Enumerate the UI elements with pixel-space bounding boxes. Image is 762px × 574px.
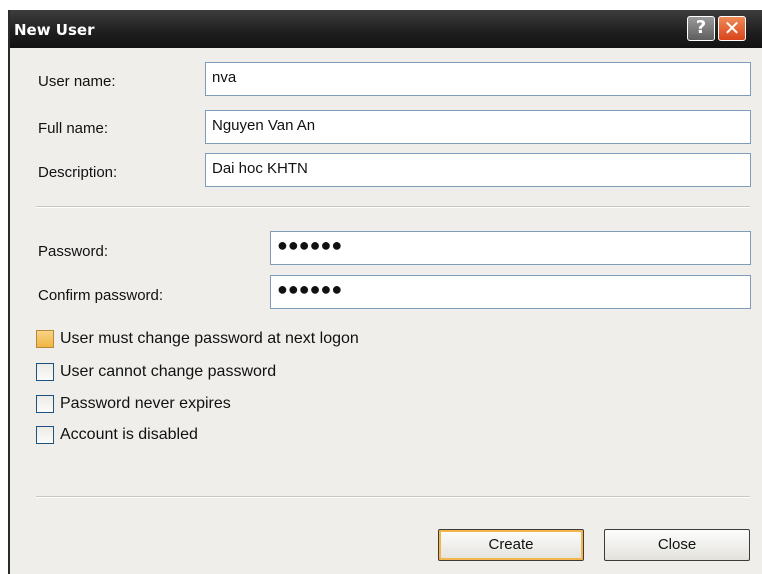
separator xyxy=(36,206,750,208)
username-label: User name: xyxy=(38,73,116,90)
create-button[interactable]: Create xyxy=(438,529,584,561)
checkbox[interactable] xyxy=(36,363,54,381)
description-label: Description: xyxy=(38,164,118,181)
dialog-title: New User xyxy=(14,21,95,39)
close-icon: ✕ xyxy=(723,16,741,40)
checkbox[interactable] xyxy=(36,395,54,413)
close-button[interactable]: Close xyxy=(604,529,750,561)
confirm-password-label: Confirm password: xyxy=(38,287,164,304)
confirm-password-field[interactable]: ●●●●●● xyxy=(270,275,751,309)
new-user-dialog: New User ? ✕ User name: nva Full name: N… xyxy=(8,10,762,574)
fullname-field[interactable]: Nguyen Van An xyxy=(205,110,751,144)
help-icon: ? xyxy=(695,17,707,38)
password-label: Password: xyxy=(38,243,109,260)
fullname-label: Full name: xyxy=(38,120,109,137)
username-field[interactable]: nva xyxy=(205,62,751,96)
separator xyxy=(36,496,750,498)
option-label: Password never expires xyxy=(60,395,231,412)
password-field[interactable]: ●●●●●● xyxy=(270,231,751,265)
description-field[interactable]: Dai hoc KHTN xyxy=(205,153,751,187)
option-label: User must change password at next logon xyxy=(60,330,359,347)
option-label: User cannot change password xyxy=(60,363,277,380)
checkbox[interactable] xyxy=(36,426,54,444)
title-bar[interactable]: New User ? ✕ xyxy=(10,10,762,48)
option-label: Account is disabled xyxy=(60,426,198,443)
help-button[interactable]: ? xyxy=(687,16,715,41)
checkbox[interactable] xyxy=(36,330,54,348)
title-close-button[interactable]: ✕ xyxy=(718,16,746,41)
